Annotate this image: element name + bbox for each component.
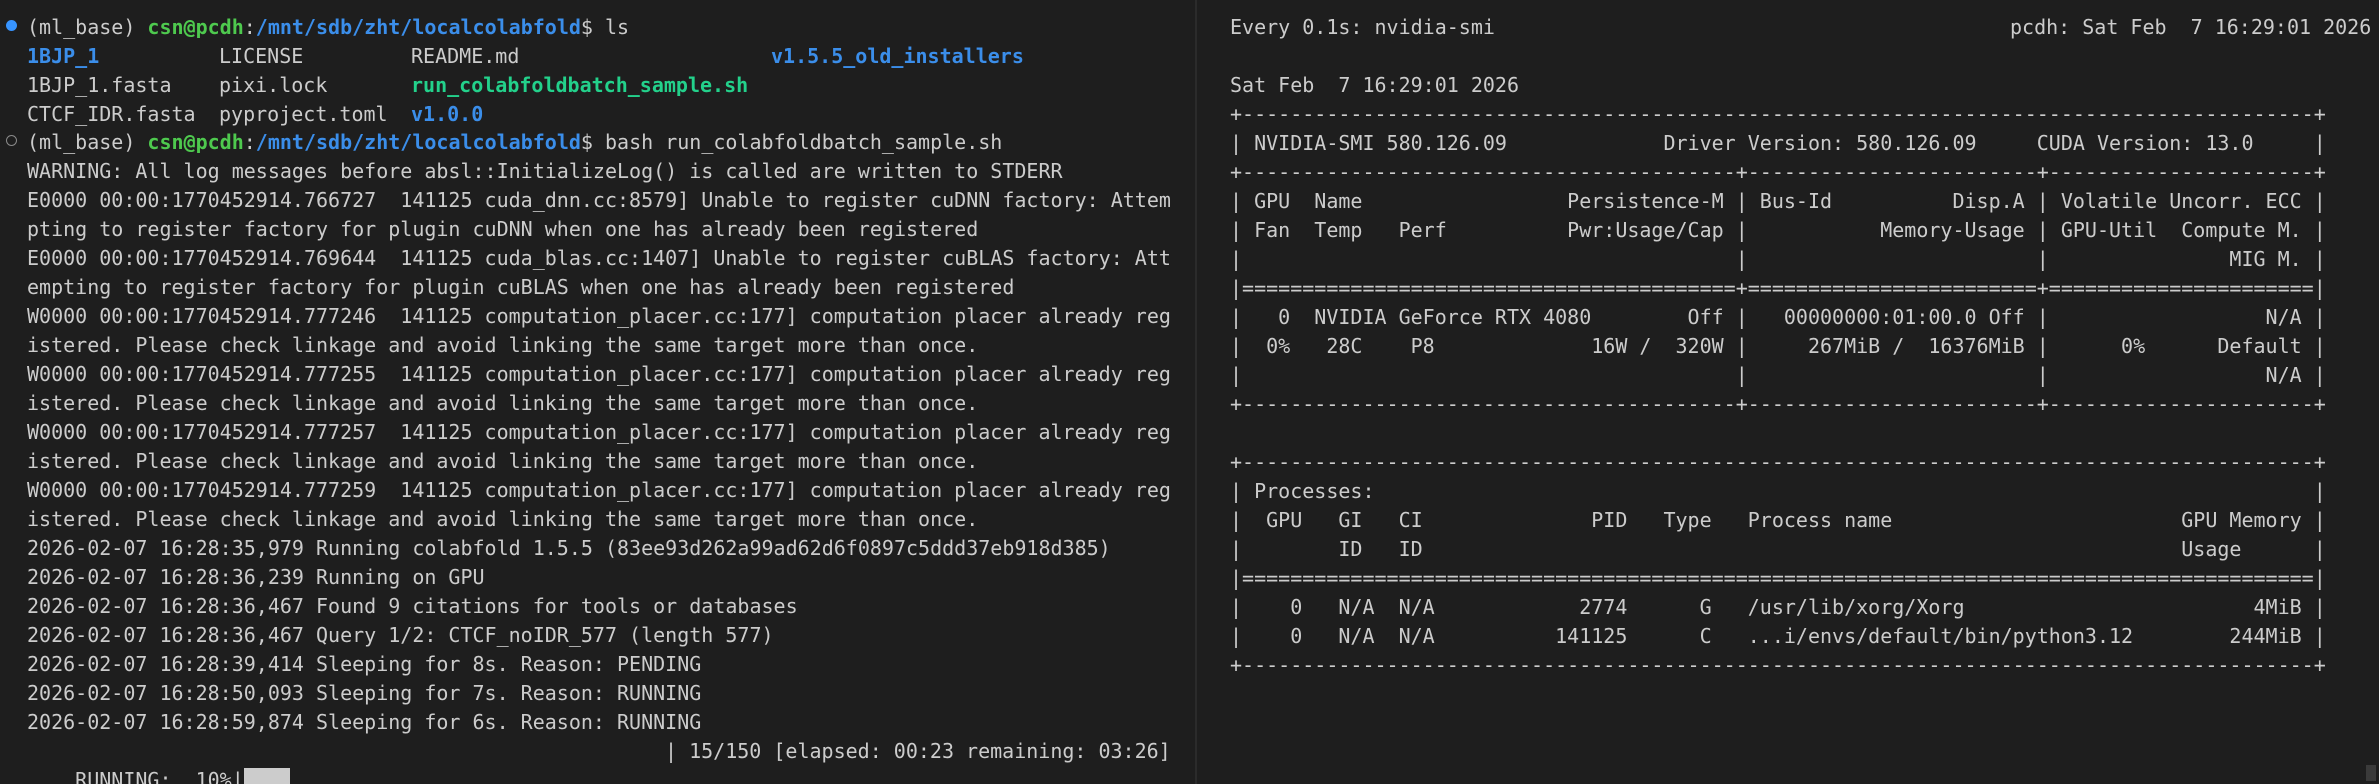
left-terminal-pane[interactable]: (ml_base) csn@pcdh:/mnt/sdb/zht/localcol… xyxy=(0,0,1172,784)
output-line: istered. Please check linkage and avoid … xyxy=(27,391,979,415)
smi-line: |=======================================… xyxy=(1230,276,2326,300)
ls-entry-file: 1BJP_1.fasta xyxy=(27,73,172,97)
right-terminal-pane[interactable]: Every 0.1s: nvidia-smi pcdh: Sat Feb 7 1… xyxy=(1230,0,2379,784)
smi-line: | 0 NVIDIA GeForce RTX 4080 Off | 000000… xyxy=(1230,305,2326,329)
smi-line: | Processes: | xyxy=(1230,479,2326,503)
ls-entry-file: CTCF_IDR.fasta xyxy=(27,102,196,126)
progress-label: RUNNING: 10%| xyxy=(75,768,244,784)
cwd-path: /mnt/sdb/zht/localcolabfold xyxy=(255,130,581,154)
output-line: 2026-02-07 16:28:59,874 Sleeping for 6s.… xyxy=(27,710,702,734)
prompt-line-bash: (ml_base) csn@pcdh:/mnt/sdb/zht/localcol… xyxy=(27,128,1002,157)
progress-line: RUNNING: 10%| xyxy=(27,737,290,784)
watch-header: Every 0.1s: nvidia-smi xyxy=(1230,15,1495,39)
env-name: (ml_base) xyxy=(27,15,148,39)
command-success-dot[interactable] xyxy=(6,20,17,31)
user-host: csn@pcdh xyxy=(147,15,244,39)
output-line: W0000 00:00:1770452914.777257 141125 com… xyxy=(27,420,1171,444)
smi-line: +---------------------------------------… xyxy=(1230,392,2326,416)
smi-line: +---------------------------------------… xyxy=(1230,160,2326,184)
prompt-line-ls: (ml_base) csn@pcdh:/mnt/sdb/zht/localcol… xyxy=(27,13,629,42)
smi-line: Sat Feb 7 16:29:01 2026 xyxy=(1230,73,1519,97)
pane-divider[interactable] xyxy=(1195,0,1197,784)
ls-entry-file: pixi.lock xyxy=(219,73,328,97)
ls-entry-file: pyproject.toml xyxy=(219,102,388,126)
output-line: empting to register factory for plugin c… xyxy=(27,275,1015,299)
output-line: W0000 00:00:1770452914.777246 141125 com… xyxy=(27,304,1171,328)
ls-entry-executable[interactable]: run_colabfoldbatch_sample.sh xyxy=(411,71,748,100)
smi-line: | Fan Temp Perf Pwr:Usage/Cap | Memory-U… xyxy=(1230,218,2326,242)
output-line: 2026-02-07 16:28:39,414 Sleeping for 8s.… xyxy=(27,652,702,676)
output-line: istered. Please check linkage and avoid … xyxy=(27,449,979,473)
command-text: $ bash run_colabfoldbatch_sample.sh xyxy=(580,130,1003,154)
ls-entry-file: README.md xyxy=(411,44,520,68)
user-host: csn@pcdh xyxy=(147,130,244,154)
output-line: W0000 00:00:1770452914.777255 141125 com… xyxy=(27,362,1171,386)
output-line: 2026-02-07 16:28:36,467 Query 1/2: CTCF_… xyxy=(27,623,774,647)
output-line: pting to register factory for plugin cuD… xyxy=(27,217,979,241)
env-name: (ml_base) xyxy=(27,130,148,154)
output-line: 2026-02-07 16:28:35,979 Running colabfol… xyxy=(27,536,1111,560)
output-line: W0000 00:00:1770452914.777259 141125 com… xyxy=(27,478,1171,502)
smi-line: +---------------------------------------… xyxy=(1230,102,2326,126)
smi-line: | 0% 28C P8 16W / 320W | 267MiB / 16376M… xyxy=(1230,334,2326,358)
output-line: 2026-02-07 16:28:36,239 Running on GPU xyxy=(27,565,485,589)
output-line: istered. Please check linkage and avoid … xyxy=(27,333,979,357)
output-line: 2026-02-07 16:28:36,467 Found 9 citation… xyxy=(27,594,798,618)
smi-line: | GPU Name Persistence-M | Bus-Id Disp.A… xyxy=(1230,189,2326,213)
ls-entry-file: LICENSE xyxy=(219,44,304,68)
smi-line: +---------------------------------------… xyxy=(1230,653,2326,677)
ls-entry-dir[interactable]: 1BJP_1 xyxy=(27,42,99,71)
smi-line: +---------------------------------------… xyxy=(1230,450,2326,474)
smi-line: | | | N/A | xyxy=(1230,363,2326,387)
cwd-path: /mnt/sdb/zht/localcolabfold xyxy=(255,15,581,39)
smi-line: | | | MIG M. | xyxy=(1230,247,2326,271)
output-line: E0000 00:00:1770452914.766727 141125 cud… xyxy=(27,188,1171,212)
command-text: $ ls xyxy=(580,15,630,39)
output-line: 2026-02-07 16:28:50,093 Sleeping for 7s.… xyxy=(27,681,702,705)
colon: : xyxy=(243,130,256,154)
watch-host-time: pcdh: Sat Feb 7 16:29:01 2026 xyxy=(2010,15,2372,39)
right-resize-grip[interactable] xyxy=(2366,765,2376,781)
output-line: WARNING: All log messages before absl::I… xyxy=(27,159,1063,183)
colon: : xyxy=(243,15,256,39)
progress-status: | 15/150 [elapsed: 00:23 remaining: 03:2… xyxy=(665,739,1171,763)
output-line: istered. Please check linkage and avoid … xyxy=(27,507,979,531)
smi-line: | 0 N/A N/A 2774 G /usr/lib/xorg/Xorg 4M… xyxy=(1230,595,2326,619)
progress-bar-fill xyxy=(243,768,290,784)
ls-entry-dir[interactable]: v1.0.0 xyxy=(411,100,483,129)
output-line: E0000 00:00:1770452914.769644 141125 cud… xyxy=(27,246,1171,270)
smi-line: | GPU GI CI PID Type Process name GPU Me… xyxy=(1230,508,2326,532)
smi-line: |=======================================… xyxy=(1230,566,2326,590)
smi-line: | ID ID Usage | xyxy=(1230,537,2326,561)
ls-entry-dir[interactable]: v1.5.5_old_installers xyxy=(771,42,1024,71)
command-running-dot[interactable] xyxy=(6,135,17,146)
smi-line: | 0 N/A N/A 141125 C ...i/envs/default/b… xyxy=(1230,624,2326,648)
smi-line: | NVIDIA-SMI 580.126.09 Driver Version: … xyxy=(1230,131,2326,155)
